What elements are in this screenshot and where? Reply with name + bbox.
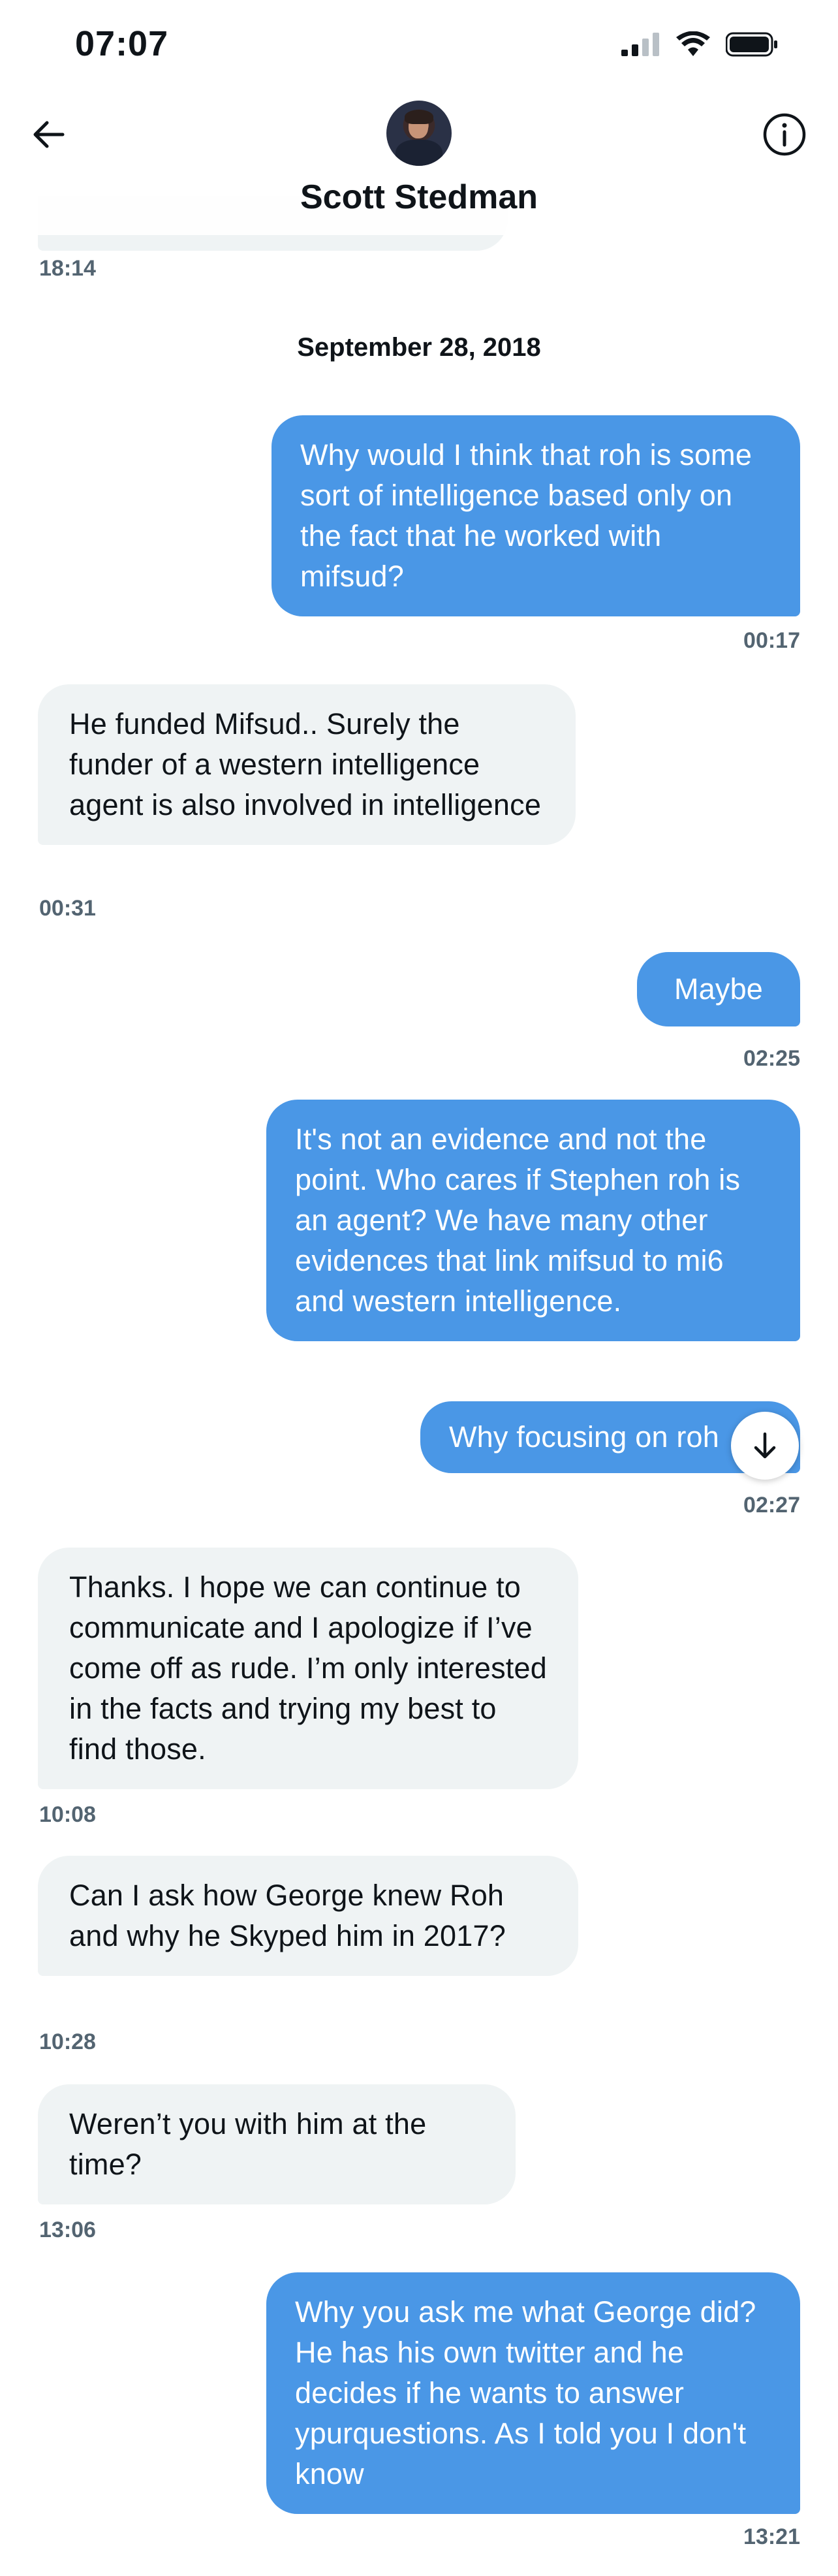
battery-icon [726, 32, 777, 57]
signal-icon [621, 33, 659, 56]
scroll-to-bottom-button[interactable] [731, 1412, 799, 1480]
conversation-header: 07:07 Scott Stedman [0, 0, 838, 235]
message-timestamp: 10:28 [39, 2029, 96, 2054]
outgoing-message[interactable]: It's not an evidence and not the point. … [266, 1100, 800, 1341]
message-timestamp: 10:08 [39, 1802, 96, 1827]
info-icon [763, 113, 806, 156]
outgoing-message[interactable]: Why would I think that roh is some sort … [272, 415, 800, 616]
contact-name[interactable]: Scott Stedman [0, 178, 838, 217]
wifi-icon [676, 31, 710, 56]
info-button[interactable] [761, 111, 808, 158]
date-separator: September 28, 2018 [297, 333, 541, 362]
message-timestamp: 00:17 [743, 628, 800, 653]
message-timestamp: 18:14 [39, 256, 96, 281]
arrow-down-icon [754, 1432, 776, 1459]
outgoing-message[interactable]: Why you ask me what George did? He has h… [266, 2272, 800, 2514]
status-time: 07:07 [75, 24, 169, 63]
status-bar: 07:07 [0, 0, 838, 98]
status-icons [621, 31, 778, 57]
message-timestamp: 02:27 [743, 1493, 800, 1518]
message-timestamp: 13:21 [743, 2524, 800, 2549]
incoming-message[interactable]: He funded Mifsud.. Surely the funder of … [38, 684, 576, 845]
incoming-message[interactable]: Can I ask how George knew Roh and why he… [38, 1856, 578, 1976]
message-timestamp: 13:06 [39, 2218, 96, 2242]
message-timestamp: 02:25 [743, 1046, 800, 1071]
arrow-left-icon [33, 121, 65, 148]
incoming-message[interactable]: Thanks. I hope we can continue to commun… [38, 1548, 578, 1789]
incoming-message[interactable]: Weren’t you with him at the time? [38, 2084, 516, 2204]
avatar[interactable] [386, 101, 452, 166]
back-button[interactable] [25, 111, 72, 158]
message-timestamp: 00:31 [39, 896, 96, 921]
outgoing-message[interactable]: Maybe [637, 952, 800, 1026]
